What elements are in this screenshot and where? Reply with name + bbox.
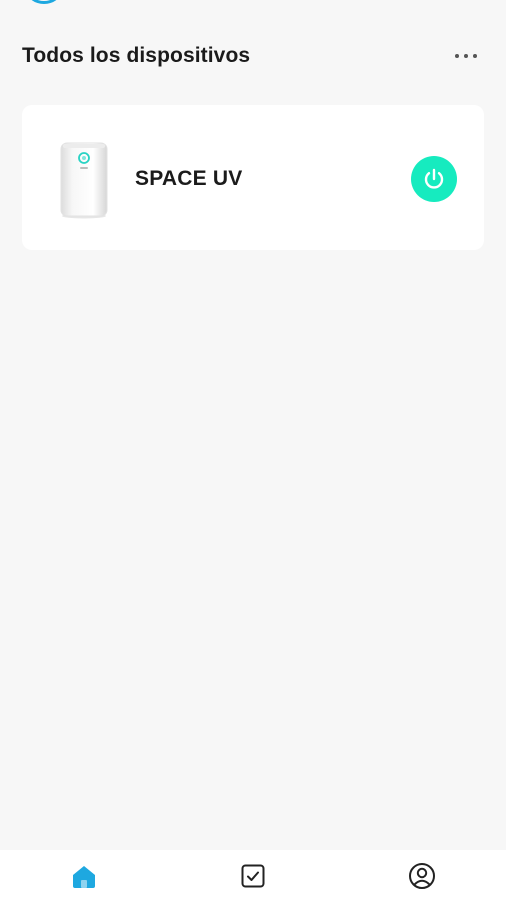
device-name: SPACE UV bbox=[135, 167, 243, 190]
bottom-navigation bbox=[0, 850, 506, 900]
more-dot-icon bbox=[464, 54, 468, 58]
air-purifier-image bbox=[60, 142, 108, 219]
nav-home[interactable] bbox=[64, 862, 104, 890]
device-card[interactable]: SPACE UV bbox=[22, 105, 484, 250]
page-header: Todos los dispositivos bbox=[22, 40, 484, 72]
task-check-icon bbox=[241, 864, 265, 888]
nav-tasks[interactable] bbox=[233, 862, 273, 890]
power-icon bbox=[424, 168, 444, 189]
user-profile-icon bbox=[408, 863, 435, 889]
home-icon bbox=[73, 866, 96, 888]
account-avatar-icon[interactable] bbox=[27, 0, 61, 4]
more-options-button[interactable] bbox=[448, 44, 484, 68]
power-button[interactable] bbox=[411, 156, 457, 202]
more-dot-icon bbox=[455, 54, 459, 58]
more-dot-icon bbox=[473, 54, 477, 58]
page-title: Todos los dispositivos bbox=[22, 44, 251, 67]
nav-profile[interactable] bbox=[402, 862, 442, 890]
